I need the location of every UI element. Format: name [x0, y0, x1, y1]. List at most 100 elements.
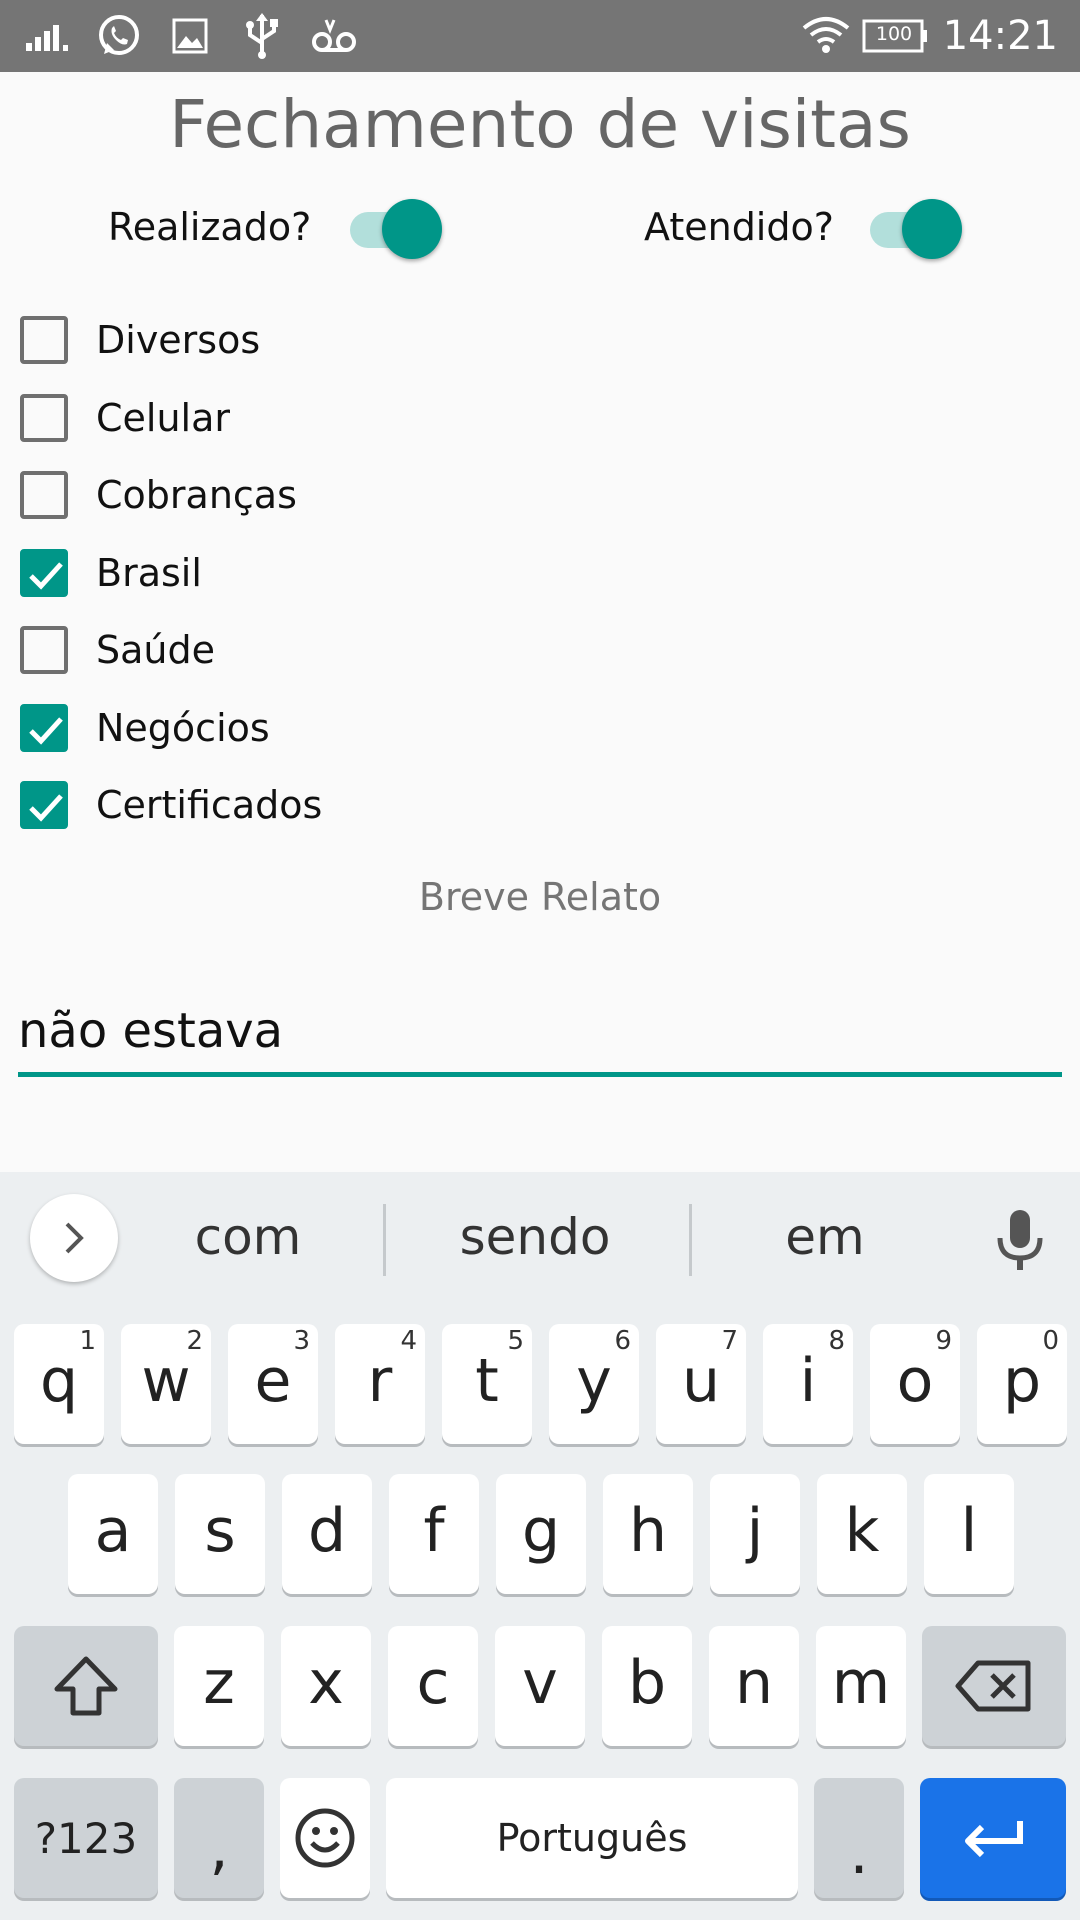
key-hint: 2 — [186, 1326, 203, 1356]
status-bar: 100 14:21 — [0, 0, 1080, 72]
checkbox-unchecked[interactable] — [20, 393, 68, 442]
key-q[interactable]: q1 — [14, 1324, 104, 1444]
key-label: h — [628, 1496, 668, 1566]
checkbox-unchecked[interactable] — [20, 471, 68, 519]
key-hint: 1 — [79, 1326, 96, 1356]
page-title: Fechamento de visitas — [169, 86, 911, 163]
checkbox-row[interactable]: Brasil — [20, 540, 202, 606]
checkbox-label: Negócios — [96, 705, 270, 750]
checkbox-checked[interactable] — [20, 781, 68, 829]
key-f[interactable]: f — [389, 1474, 479, 1594]
checkbox-label: Brasil — [96, 550, 202, 595]
key-label: f — [423, 1496, 445, 1566]
key-label: s — [204, 1496, 236, 1566]
expand-suggestions-button[interactable] — [30, 1194, 118, 1282]
key-hint: 7 — [721, 1326, 738, 1356]
emoji-key[interactable] — [280, 1778, 370, 1898]
shift-key[interactable] — [14, 1626, 158, 1746]
enter-icon — [965, 1821, 1023, 1858]
checkbox-row[interactable]: Cobranças — [20, 462, 297, 528]
key-w[interactable]: w2 — [121, 1324, 211, 1444]
switch-thumb — [382, 199, 442, 259]
key-label: c — [416, 1648, 450, 1718]
check-icon — [29, 794, 63, 822]
key-label: t — [475, 1346, 499, 1416]
key-m[interactable]: m — [816, 1626, 906, 1746]
key-e[interactable]: e3 — [228, 1324, 318, 1444]
key-label: o — [896, 1346, 934, 1416]
realizado-switch[interactable] — [344, 196, 444, 259]
checkbox-label: Cobranças — [96, 473, 297, 517]
key-a[interactable]: a — [68, 1474, 158, 1594]
key-r[interactable]: r4 — [335, 1324, 425, 1444]
key-label: w — [141, 1346, 191, 1416]
key-label: j — [746, 1496, 764, 1566]
atendido-switch[interactable] — [864, 196, 964, 259]
suggestion-divider — [689, 1204, 692, 1276]
shift-icon — [54, 1656, 118, 1716]
relato-input[interactable] — [18, 990, 1062, 1077]
keyboard: com sendo em q1w2e3r4t5y6u7i8o9p0 asdfgh… — [0, 1172, 1080, 1920]
checkbox-checked[interactable] — [20, 548, 68, 597]
checkbox-row[interactable]: Negócios — [20, 695, 270, 761]
comma-label: , — [209, 1813, 229, 1883]
key-u[interactable]: u7 — [656, 1324, 746, 1444]
checkbox-checked[interactable] — [20, 703, 68, 752]
suggestion-3[interactable]: em — [725, 1204, 925, 1270]
key-o[interactable]: o9 — [870, 1324, 960, 1444]
voicemail-icon — [310, 12, 360, 60]
key-n[interactable]: n — [709, 1626, 799, 1746]
key-p[interactable]: p0 — [977, 1324, 1067, 1444]
key-label: d — [307, 1496, 347, 1566]
key-s[interactable]: s — [175, 1474, 265, 1594]
period-key[interactable]: . — [814, 1778, 904, 1898]
key-z[interactable]: z — [174, 1626, 264, 1746]
symbols-key[interactable]: ?123 — [14, 1778, 158, 1898]
enter-key[interactable] — [920, 1778, 1066, 1898]
chevron-right-icon — [65, 1222, 84, 1254]
checkbox-label: Saúde — [96, 628, 215, 672]
key-label: l — [960, 1496, 978, 1566]
key-y[interactable]: y6 — [549, 1324, 639, 1444]
key-l[interactable]: l — [924, 1474, 1014, 1594]
check-icon — [29, 716, 63, 745]
key-b[interactable]: b — [602, 1626, 692, 1746]
checkbox-unchecked[interactable] — [20, 316, 68, 364]
key-c[interactable]: c — [388, 1626, 478, 1746]
checkbox-row[interactable]: Saúde — [20, 617, 215, 683]
checkbox-unchecked[interactable] — [20, 626, 68, 674]
key-hint: 6 — [614, 1326, 631, 1356]
checkbox-row[interactable]: Diversos — [20, 307, 260, 373]
key-label: u — [681, 1346, 721, 1416]
wifi-icon — [800, 12, 852, 60]
backspace-icon — [955, 1660, 1031, 1712]
space-key[interactable]: Português — [386, 1778, 798, 1898]
key-k[interactable]: k — [817, 1474, 907, 1594]
checkbox-row[interactable]: Celular — [20, 385, 230, 451]
key-label: r — [367, 1346, 393, 1416]
key-g[interactable]: g — [496, 1474, 586, 1594]
backspace-key[interactable] — [922, 1626, 1066, 1746]
microphone-icon[interactable] — [990, 1206, 1050, 1276]
key-v[interactable]: v — [495, 1626, 585, 1746]
battery-icon: 100 — [862, 12, 928, 60]
checkbox-label: Celular — [96, 395, 231, 440]
key-hint: 8 — [828, 1326, 845, 1356]
key-t[interactable]: t5 — [442, 1324, 532, 1444]
comma-key[interactable]: , — [174, 1778, 264, 1898]
key-j[interactable]: j — [710, 1474, 800, 1594]
key-label: m — [831, 1648, 891, 1718]
checkbox-row[interactable]: Certificados — [20, 772, 322, 838]
suggestion-2[interactable]: sendo — [420, 1204, 650, 1270]
image-icon — [170, 12, 210, 60]
suggestion-1[interactable]: com — [150, 1204, 346, 1270]
key-d[interactable]: d — [282, 1474, 372, 1594]
switch-thumb — [902, 199, 962, 259]
key-x[interactable]: x — [281, 1626, 371, 1746]
key-h[interactable]: h — [603, 1474, 693, 1594]
period-label: . — [849, 1818, 869, 1888]
key-label: q — [39, 1346, 79, 1416]
suggestion-bar: com sendo em — [0, 1172, 1080, 1302]
key-i[interactable]: i8 — [763, 1324, 853, 1444]
relato-label: Breve Relato — [418, 875, 662, 919]
